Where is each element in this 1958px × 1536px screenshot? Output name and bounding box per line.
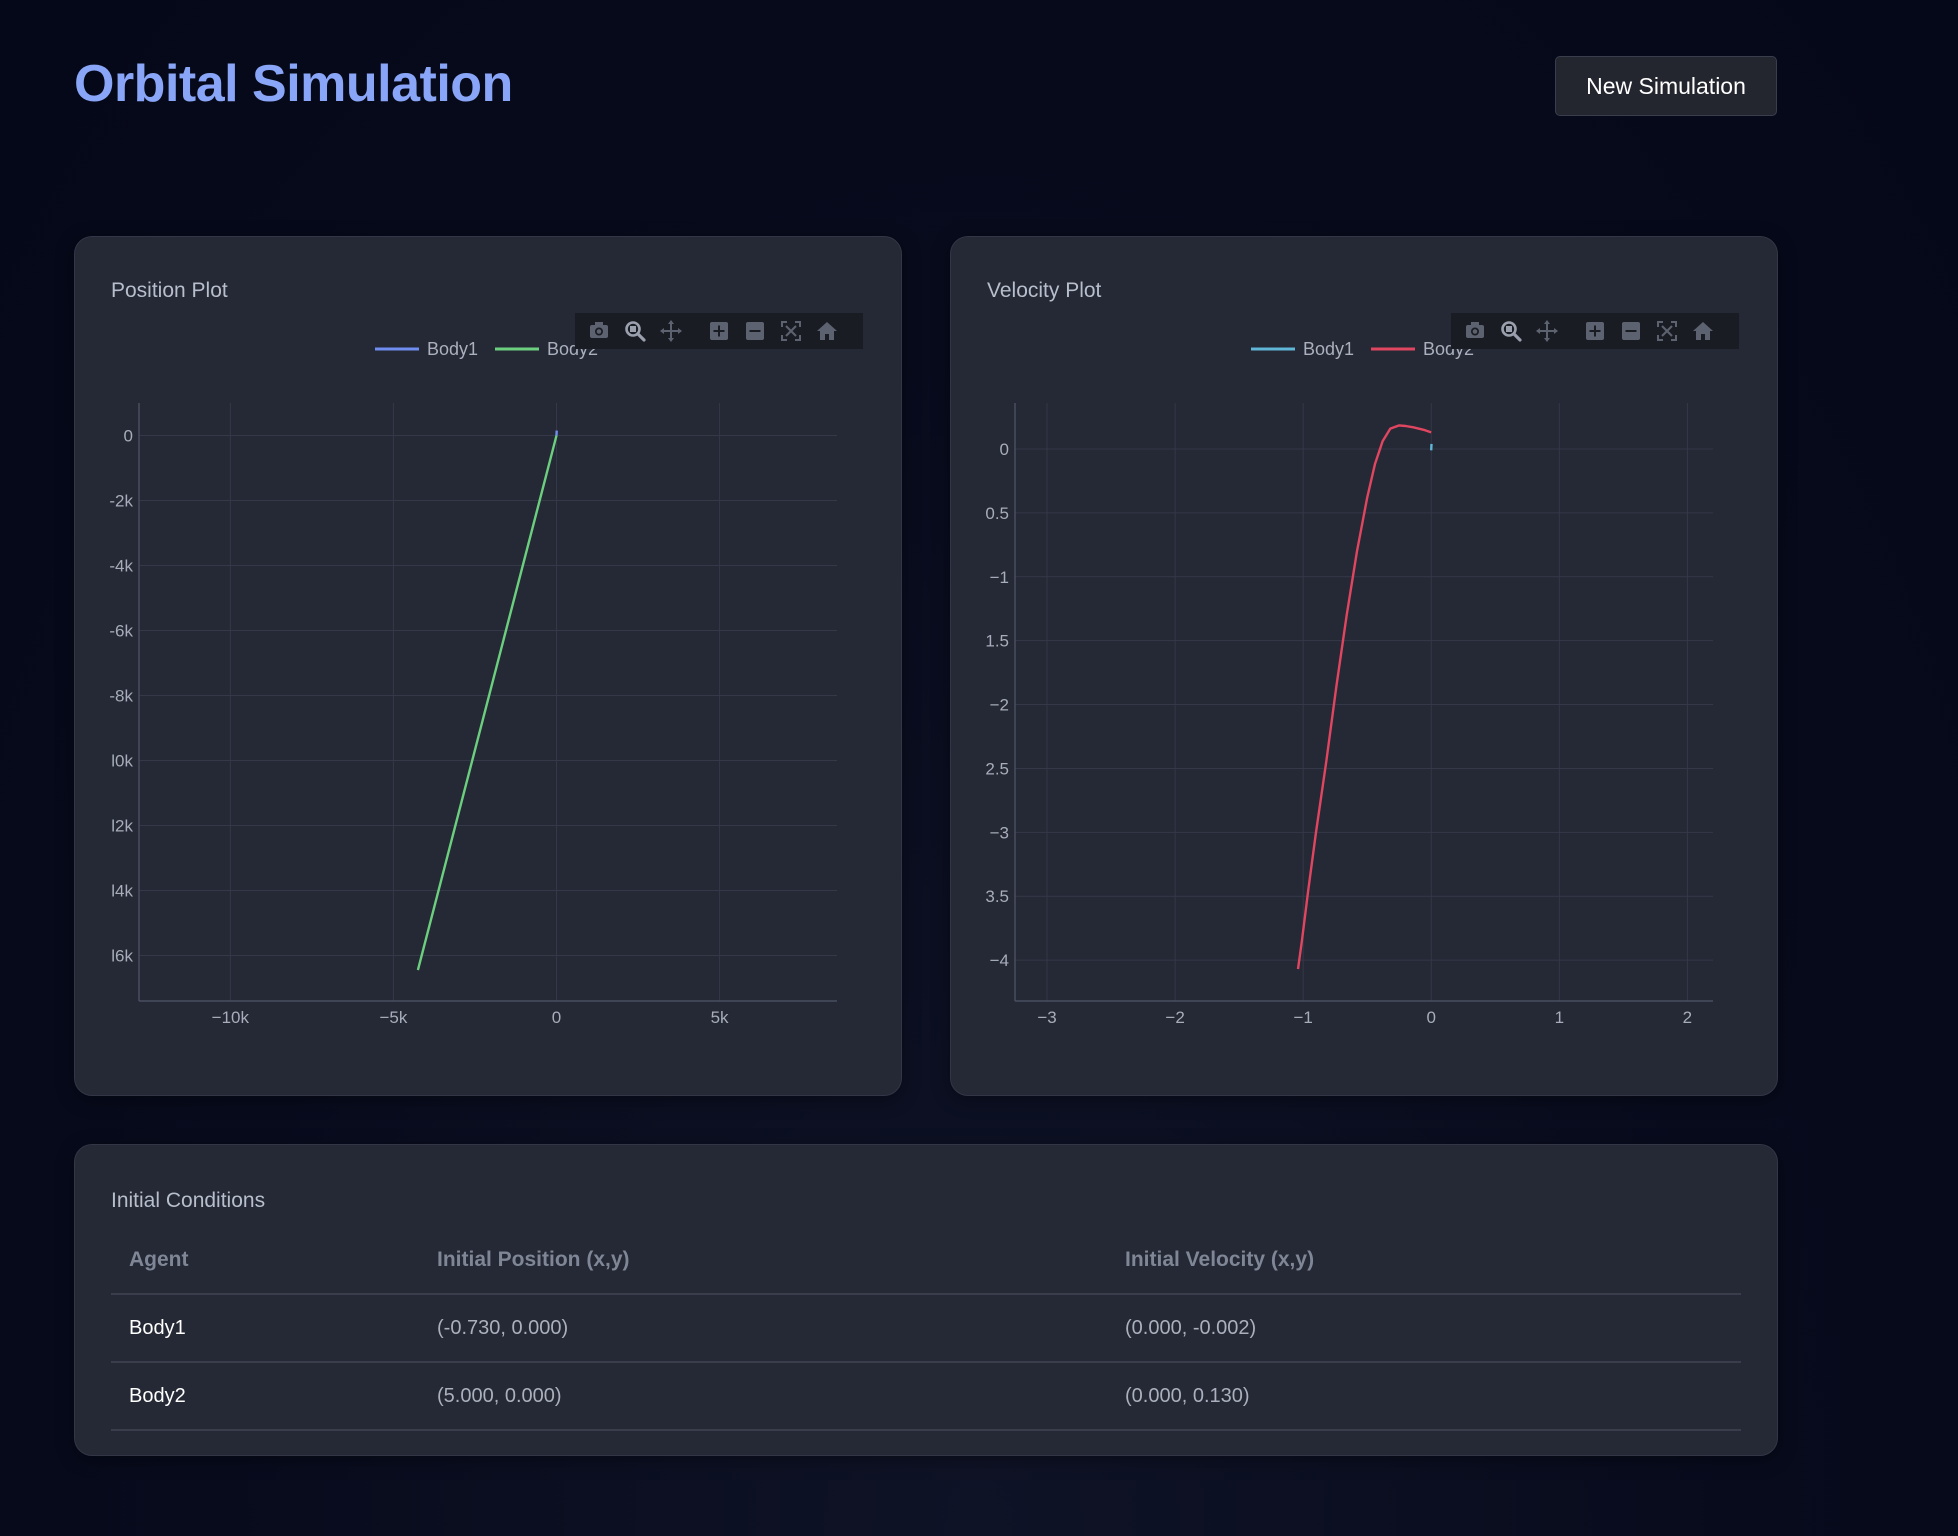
zoom-in-icon[interactable] [1577, 313, 1613, 349]
velocity-cell: (0.000, -0.002) [1107, 1294, 1741, 1363]
x-tick-label: 2 [1683, 1008, 1692, 1027]
legend-item[interactable]: Body1 [1303, 339, 1354, 359]
y-tick-label: −3 [990, 823, 1009, 842]
initial-conditions-table: Agent Initial Position (x,y) Initial Vel… [111, 1227, 1741, 1431]
agent-cell: Body2 [111, 1362, 419, 1431]
y-tick-label: l2k [111, 817, 133, 836]
y-tick-label: 0 [124, 427, 133, 446]
x-tick-label: −2 [1165, 1008, 1184, 1027]
y-tick-label: -4k [109, 557, 133, 576]
velocity-cell: (0.000, 0.130) [1107, 1362, 1741, 1431]
camera-icon[interactable] [1457, 313, 1493, 349]
x-tick-label: 5k [711, 1008, 729, 1027]
zoom-icon[interactable] [617, 313, 653, 349]
home-icon[interactable] [1685, 313, 1721, 349]
initial-conditions-card: Initial Conditions Agent Initial Positio… [74, 1144, 1778, 1456]
autoscale-icon[interactable] [773, 313, 809, 349]
y-tick-label: 3.5 [985, 887, 1009, 906]
y-tick-label: 2.5 [985, 759, 1009, 778]
position-plot-card: Position Plot −10k −5k 0 5k 0 -2k -4k -6k -8k l0k… [74, 236, 902, 1096]
y-tick-label: −1 [990, 568, 1009, 587]
series-line-body2[interactable] [1296, 424, 1432, 970]
header-initial-position: Initial Position (x,y) [419, 1227, 1107, 1295]
x-tick-label: 0 [1427, 1008, 1436, 1027]
autoscale-icon[interactable] [1649, 313, 1685, 349]
position-cell: (5.000, 0.000) [419, 1362, 1107, 1431]
y-tick-label: 1.5 [985, 632, 1009, 651]
position-plot-modebar [575, 313, 863, 349]
home-icon[interactable] [809, 313, 845, 349]
initial-conditions-title: Initial Conditions [111, 1189, 266, 1212]
x-tick-label: 0 [552, 1008, 561, 1027]
new-simulation-button[interactable]: New Simulation [1555, 56, 1777, 116]
legend-item[interactable]: Body1 [427, 339, 478, 359]
x-tick-label: −5k [379, 1008, 407, 1027]
x-tick-label: −10k [212, 1008, 250, 1027]
zoom-out-icon[interactable] [1613, 313, 1649, 349]
y-tick-label: -8k [109, 687, 133, 706]
y-tick-label: l4k [111, 882, 133, 901]
camera-icon[interactable] [581, 313, 617, 349]
y-tick-label: 0 [1000, 440, 1009, 459]
x-tick-label: −1 [1293, 1008, 1312, 1027]
zoom-in-icon[interactable] [701, 313, 737, 349]
header-initial-velocity: Initial Velocity (x,y) [1107, 1227, 1741, 1295]
table-header-row: Agent Initial Position (x,y) Initial Vel… [111, 1227, 1741, 1295]
y-tick-label: l0k [111, 752, 133, 771]
y-tick-label: -2k [109, 492, 133, 511]
y-tick-label: −2 [990, 696, 1009, 715]
zoom-out-icon[interactable] [737, 313, 773, 349]
y-tick-label: l6k [111, 947, 133, 966]
page-title: Orbital Simulation [74, 55, 513, 113]
pan-icon[interactable] [1529, 313, 1565, 349]
header-agent: Agent [111, 1227, 419, 1295]
series-line-body2[interactable] [416, 435, 558, 971]
y-tick-label: −4 [990, 951, 1009, 970]
position-cell: (-0.730, 0.000) [419, 1294, 1107, 1363]
velocity-plot-modebar [1451, 313, 1739, 349]
zoom-icon[interactable] [1493, 313, 1529, 349]
table-row: Body2 (5.000, 0.000) (0.000, 0.130) [111, 1362, 1741, 1431]
y-tick-label: 0.5 [985, 504, 1009, 523]
x-tick-label: 1 [1555, 1008, 1564, 1027]
position-plot-chart[interactable]: −10k −5k 0 5k 0 -2k -4k -6k -8k l0k l2k l4k l6k Body1… [75, 237, 901, 1095]
velocity-plot-chart[interactable]: −3 −2 −1 0 1 200.5−11.5−22.5−33.5−4Body1 Body2 [951, 237, 1777, 1095]
pan-icon[interactable] [653, 313, 689, 349]
agent-cell: Body1 [111, 1294, 419, 1363]
x-tick-label: −3 [1037, 1008, 1056, 1027]
velocity-plot-card: Velocity Plot −3 −2 −1 0 1 2 0 0.5 −1 1.5 −2 2.5 −3 3… [950, 236, 1778, 1096]
table-row: Body1 (-0.730, 0.000) (0.000, -0.002) [111, 1294, 1741, 1363]
y-tick-label: -6k [109, 622, 133, 641]
